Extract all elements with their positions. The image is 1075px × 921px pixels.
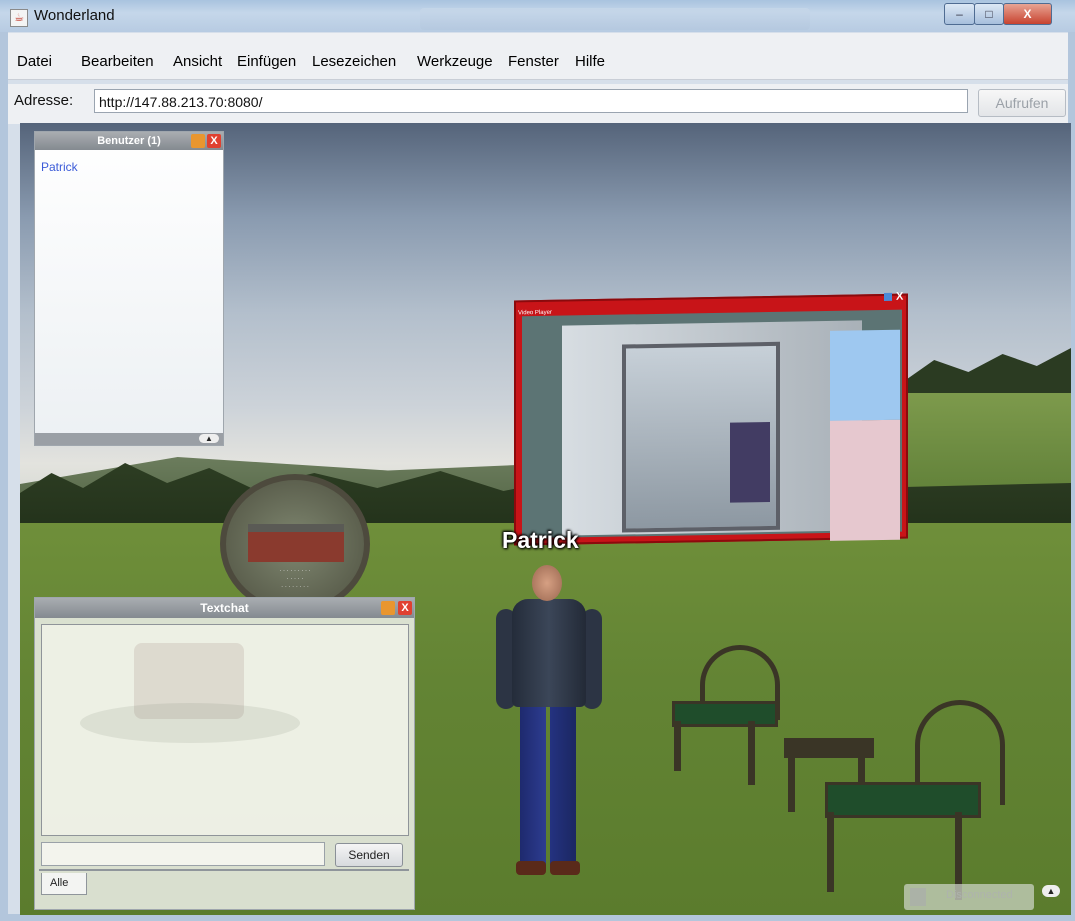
- side-table-leg: [788, 752, 795, 812]
- minimize-button[interactable]: ‒: [944, 3, 975, 25]
- chair-left-seat: [672, 701, 778, 727]
- users-panel-title: Benutzer (1): [97, 135, 161, 147]
- textchat-panel: Textchat X Senden Alle: [34, 597, 415, 910]
- chair-left-leg: [674, 721, 681, 771]
- menu-item-datei[interactable]: Datei: [17, 53, 52, 70]
- building-medallion-object[interactable]: · · · · · · · · · · · · · · · · · · · · …: [220, 474, 370, 614]
- status-expand-icon[interactable]: ▲: [1042, 885, 1060, 897]
- avatar-head: [532, 565, 562, 601]
- chair-right-leg: [827, 812, 834, 892]
- chair-right[interactable]: [815, 700, 1005, 900]
- java-app-icon: ☕: [10, 9, 28, 27]
- chat-tab-strip: [39, 869, 409, 871]
- users-panel-expand-icon[interactable]: ▲: [199, 434, 219, 443]
- video-screen[interactable]: [522, 309, 902, 541]
- background-taskbar-ghost: [420, 8, 810, 30]
- avatar-torso: [512, 599, 586, 707]
- video-server-rack: [730, 421, 770, 503]
- menu-item-bearbeiten[interactable]: Bearbeiten: [81, 53, 154, 70]
- window-frame-left: [0, 32, 8, 921]
- video-player-window[interactable]: Video Player X: [514, 291, 908, 546]
- tab-alle[interactable]: Alle: [41, 873, 87, 895]
- medallion-caption: · · · · · · · · ·: [279, 568, 311, 574]
- send-button[interactable]: Senden: [335, 843, 403, 867]
- textchat-close-icon[interactable]: X: [398, 601, 412, 615]
- textchat-minimize-icon[interactable]: [381, 601, 395, 615]
- video-sky: [830, 329, 900, 421]
- chat-message-log[interactable]: [41, 624, 409, 836]
- menu-item-fenster[interactable]: Fenster: [508, 53, 559, 70]
- menu-item-lesezeichen[interactable]: Lesezeichen: [312, 53, 396, 70]
- window-frame-bottom: [0, 914, 1075, 921]
- avatar-shoe-right: [550, 861, 580, 875]
- avatar-figure[interactable]: [490, 565, 610, 880]
- video-pink-wall: [830, 419, 900, 541]
- menu-item-werkzeuge[interactable]: Werkzeuge: [417, 53, 493, 70]
- chat-message-input[interactable]: [41, 842, 325, 866]
- chair-left[interactable]: [660, 645, 800, 785]
- connection-status-icon: [910, 888, 926, 906]
- chair-left-leg-2: [748, 721, 755, 785]
- textchat-title: Textchat: [200, 601, 249, 615]
- menu-item-einfuegen[interactable]: Einfügen: [237, 53, 296, 70]
- menu-item-ansicht[interactable]: Ansicht: [173, 53, 222, 70]
- medallion-building: [248, 524, 344, 562]
- medallion-caption-3: · · · · · · · ·: [281, 584, 309, 590]
- users-panel-footer: ▲: [35, 433, 223, 445]
- chat-bg-ghost-table: [80, 703, 300, 743]
- avatar-shoe-left: [516, 861, 546, 875]
- avatar-leg-right: [550, 705, 576, 865]
- video-player-minimize-icon[interactable]: [884, 292, 892, 301]
- go-button[interactable]: Aufrufen: [978, 89, 1066, 117]
- video-player-close-icon[interactable]: X: [896, 291, 903, 303]
- menu-item-hilfe[interactable]: Hilfe: [575, 53, 605, 70]
- video-room: [562, 320, 900, 541]
- address-label: Adresse:: [14, 92, 74, 109]
- title-bar[interactable]: [0, 0, 1075, 32]
- users-panel: Benutzer (1) X Patrick ▲: [34, 131, 224, 446]
- medallion-caption-2: · · · · ·: [286, 576, 304, 582]
- connection-status-label: Disconnected: [946, 889, 1013, 901]
- users-panel-close-icon[interactable]: X: [207, 134, 221, 148]
- close-window-button[interactable]: X: [1003, 3, 1052, 25]
- users-panel-minimize-icon[interactable]: [191, 134, 205, 148]
- textchat-header[interactable]: Textchat: [35, 598, 414, 618]
- window-title: Wonderland: [34, 7, 115, 24]
- avatar-leg-left: [520, 705, 546, 865]
- maximize-button[interactable]: □: [974, 3, 1004, 25]
- address-input[interactable]: http://147.88.213.70:8080/: [94, 89, 968, 113]
- user-list-item[interactable]: Patrick: [41, 160, 78, 174]
- avatar-name-tag: Patrick: [502, 527, 579, 553]
- application-window: ☕ Wonderland ‒ □ X Datei Bearbeiten Ansi…: [0, 0, 1075, 921]
- connection-status-widget[interactable]: Disconnected: [904, 884, 1034, 910]
